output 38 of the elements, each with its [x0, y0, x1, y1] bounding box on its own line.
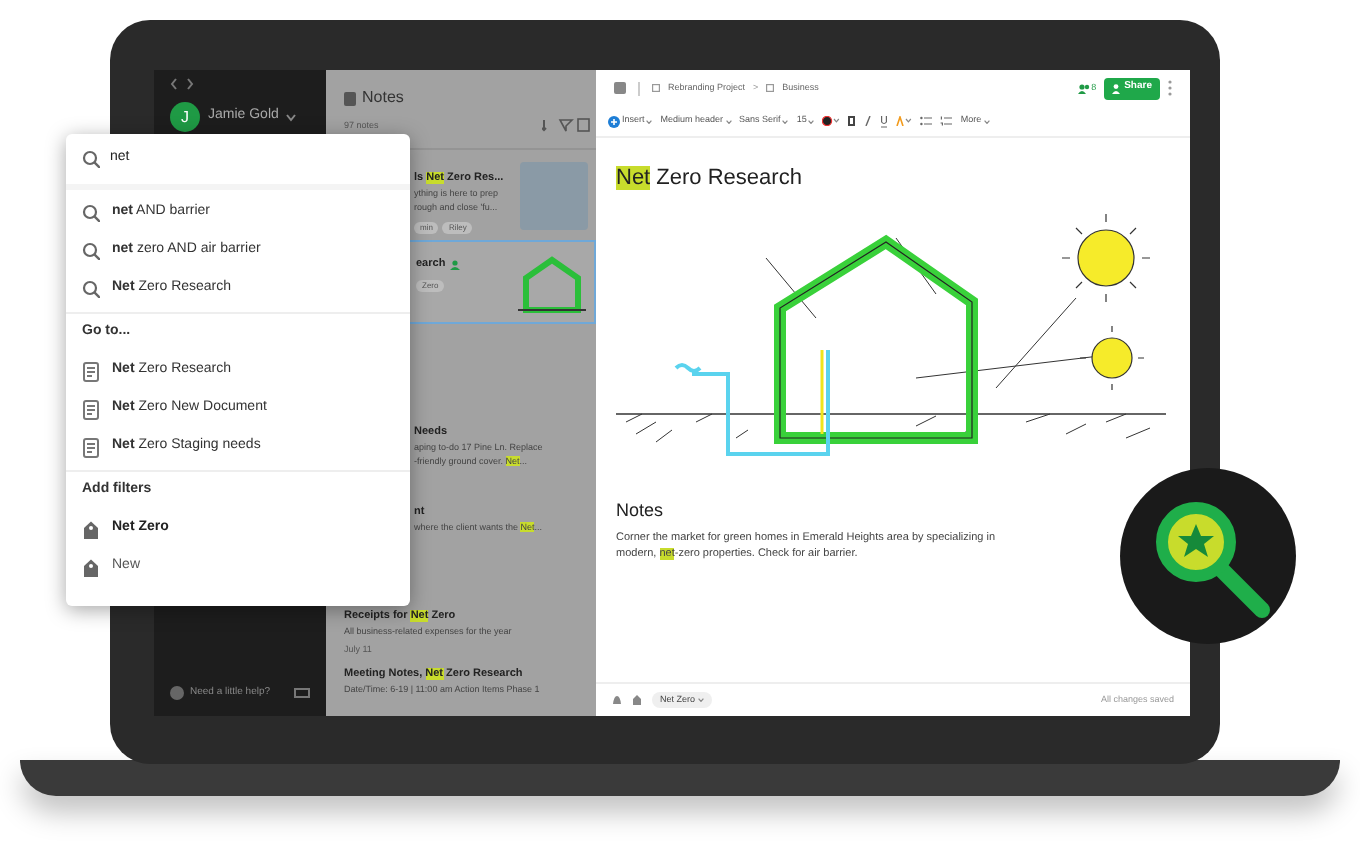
caret-icon [646, 119, 653, 123]
notes-icon [344, 91, 356, 105]
keyboard-icon [294, 687, 310, 698]
help-icon [170, 685, 184, 700]
caret-icon [808, 119, 815, 123]
user-avatar[interactable]: J [170, 102, 200, 132]
search-icon [82, 280, 100, 298]
section-heading: Notes [616, 498, 666, 524]
caret-icon [697, 698, 704, 702]
tag-icon [82, 519, 100, 539]
photo-placeholder [520, 162, 588, 230]
document-icon [82, 361, 100, 381]
tag-icon [632, 694, 642, 706]
tag-icon [82, 557, 100, 577]
people-icon [1077, 83, 1090, 93]
underline-icon [880, 115, 889, 127]
note-icon [614, 82, 626, 94]
search-icon [82, 204, 100, 222]
document-icon [82, 399, 100, 419]
chevron-down-icon [286, 113, 297, 121]
caret-icon [782, 119, 789, 123]
bulleted-list-icon [920, 116, 933, 126]
plus-circle-icon [608, 115, 620, 127]
italic-icon [864, 116, 873, 126]
numbered-list-icon [940, 116, 953, 126]
text-color-icon [822, 116, 841, 126]
person-add-icon [1112, 83, 1121, 93]
search-icon [82, 242, 100, 260]
search-icon [82, 150, 100, 168]
highlighter-icon [896, 116, 913, 126]
notes-heading: Notes [362, 86, 404, 110]
caret-icon [725, 119, 732, 123]
caret-icon [983, 119, 990, 123]
house-sketch-thumbnail [518, 254, 586, 314]
sort-filter-view-icons [542, 118, 590, 132]
document-icon [82, 437, 100, 457]
note-title: Net Zero Research [616, 166, 804, 190]
bell-icon [612, 694, 622, 706]
